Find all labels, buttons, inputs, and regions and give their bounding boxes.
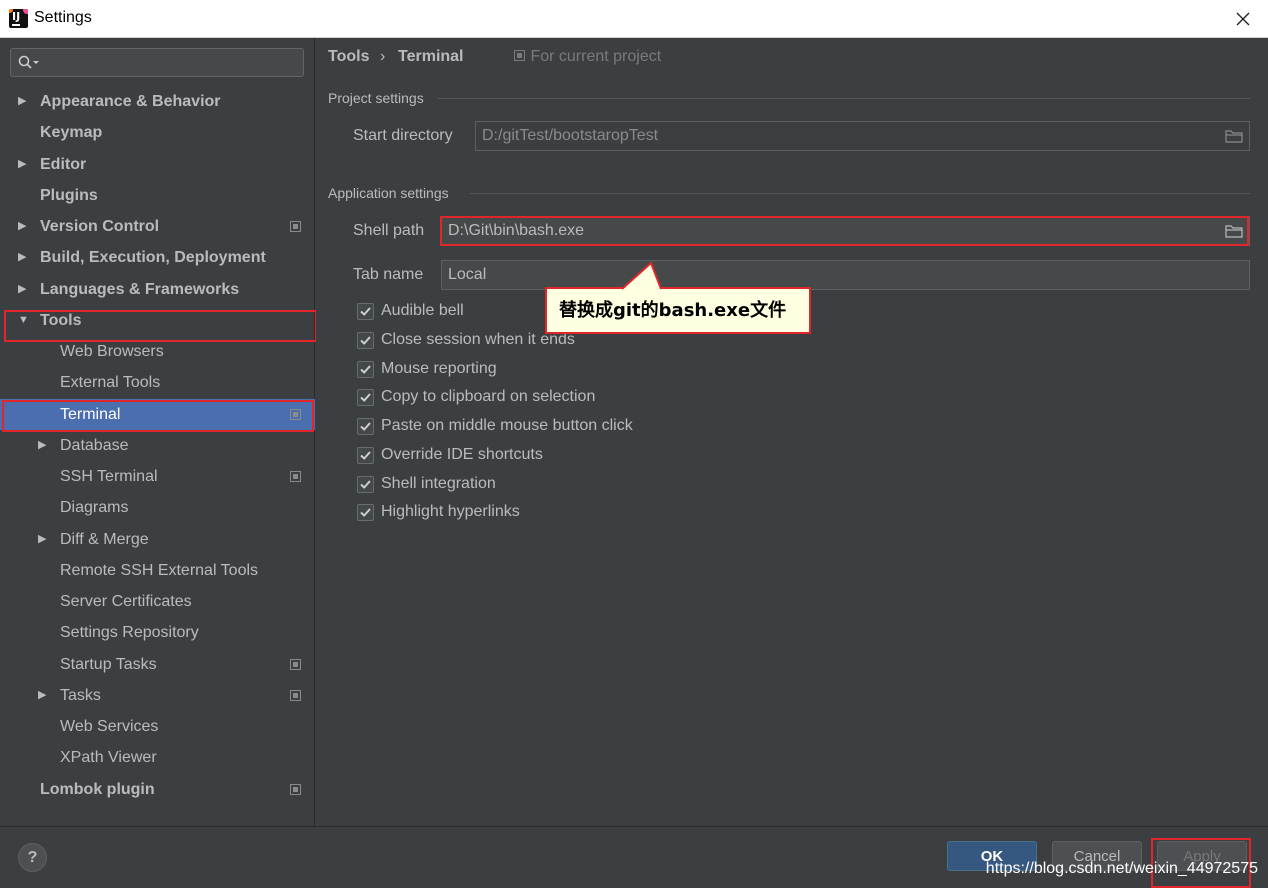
close-button[interactable] — [1228, 4, 1258, 34]
help-button[interactable]: ? — [18, 843, 47, 872]
checkbox-checked-icon[interactable] — [357, 389, 374, 406]
sidebar-item-xpath-viewer[interactable]: XPath Viewer — [0, 742, 315, 773]
sidebar-item-appearance[interactable]: ▶ Appearance & Behavior — [0, 86, 315, 117]
checkbox-checked-icon[interactable] — [357, 504, 374, 521]
tab-name-label: Tab name — [353, 266, 424, 283]
title-bar: IJ Settings — [0, 0, 1268, 38]
sidebar-item-diff-merge[interactable]: ▶ Diff & Merge — [0, 524, 315, 555]
sidebar-item-server-certificates[interactable]: Server Certificates — [0, 586, 315, 617]
tab-name-input[interactable]: Local — [441, 260, 1250, 290]
checkbox-checked-icon[interactable] — [357, 476, 374, 493]
sidebar-item-build[interactable]: ▶ Build, Execution, Deployment — [0, 242, 315, 273]
sidebar-item-version-control[interactable]: ▶ Version Control — [0, 211, 315, 242]
checkbox-checked-icon[interactable] — [357, 361, 374, 378]
checkbox-checked-icon[interactable] — [357, 418, 374, 435]
checkbox-checked-icon[interactable] — [357, 332, 374, 349]
dialog-footer: ? OK Cancel Apply https://blog.csdn.net/… — [0, 826, 1268, 888]
section-divider — [438, 98, 1250, 99]
sidebar-item-editor[interactable]: ▶ Editor — [0, 149, 315, 180]
sidebar-item-web-browsers[interactable]: Web Browsers — [0, 336, 315, 367]
sidebar-item-terminal[interactable]: Terminal — [0, 399, 315, 430]
project-settings-title: Project settings — [328, 90, 424, 106]
shell-path-label: Shell path — [353, 222, 425, 239]
shell-path-input[interactable]: D:\Git\bin\bash.exe — [441, 216, 1250, 246]
settings-content: Tools › Terminal For current project Pro… — [316, 38, 1268, 826]
sidebar-item-remote-ssh[interactable]: Remote SSH External Tools — [0, 555, 315, 586]
start-directory-input[interactable]: D:/gitTest/bootstaropTest — [475, 121, 1250, 151]
sidebar-item-external-tools[interactable]: External Tools — [0, 367, 315, 398]
close-icon — [1236, 12, 1250, 26]
folder-icon[interactable] — [1225, 224, 1243, 238]
settings-sidebar: ▶ Appearance & Behavior Keymap ▶ Editor … — [0, 38, 315, 826]
sidebar-item-tools[interactable]: ▼ Tools — [0, 305, 315, 336]
window-title: Settings — [34, 9, 92, 26]
section-divider — [470, 193, 1250, 194]
expand-arrow-icon[interactable]: ▶ — [18, 149, 26, 180]
expand-arrow-icon[interactable]: ▶ — [18, 86, 26, 117]
project-scope-icon — [514, 50, 525, 61]
sidebar-item-diagrams[interactable]: Diagrams — [0, 492, 315, 523]
start-directory-label: Start directory — [353, 127, 453, 144]
expand-arrow-icon[interactable]: ▶ — [18, 242, 26, 273]
application-settings-title: Application settings — [328, 185, 449, 201]
sidebar-item-tasks[interactable]: ▶ Tasks — [0, 680, 315, 711]
project-scope-icon — [290, 221, 301, 232]
watermark-text: https://blog.csdn.net/weixin_44972575 — [985, 860, 1258, 877]
folder-icon[interactable] — [1225, 129, 1243, 143]
sidebar-item-lombok[interactable]: Lombok plugin — [0, 774, 315, 805]
sidebar-item-startup-tasks[interactable]: Startup Tasks — [0, 649, 315, 680]
sidebar-item-web-services[interactable]: Web Services — [0, 711, 315, 742]
breadcrumb-parent[interactable]: Tools — [328, 48, 369, 66]
sidebar-item-keymap[interactable]: Keymap — [0, 117, 315, 148]
expand-arrow-icon[interactable]: ▶ — [18, 274, 26, 305]
project-scope-icon — [290, 409, 301, 420]
sidebar-item-languages[interactable]: ▶ Languages & Frameworks — [0, 274, 315, 305]
expand-arrow-icon[interactable]: ▶ — [38, 430, 46, 461]
sidebar-item-settings-repository[interactable]: Settings Repository — [0, 617, 315, 648]
collapse-arrow-icon[interactable]: ▼ — [18, 305, 29, 336]
search-icon — [18, 55, 39, 69]
checkbox-checked-icon[interactable] — [357, 303, 374, 320]
expand-arrow-icon[interactable]: ▶ — [18, 211, 26, 242]
annotation-callout: 替换成git的bash.exe文件 — [545, 287, 811, 334]
project-scope-icon — [290, 784, 301, 795]
scope-label: For current project — [514, 48, 661, 66]
sidebar-item-plugins[interactable]: Plugins — [0, 180, 315, 211]
project-scope-icon — [290, 690, 301, 701]
checkbox-checked-icon[interactable] — [357, 447, 374, 464]
intellij-app-icon: IJ — [9, 9, 28, 28]
search-input[interactable] — [10, 48, 304, 77]
expand-arrow-icon[interactable]: ▶ — [38, 680, 46, 711]
sidebar-item-database[interactable]: ▶ Database — [0, 430, 315, 461]
sidebar-item-ssh-terminal[interactable]: SSH Terminal — [0, 461, 315, 492]
project-scope-icon — [290, 471, 301, 482]
breadcrumb-current: Terminal — [398, 48, 464, 65]
expand-arrow-icon[interactable]: ▶ — [38, 524, 46, 555]
project-scope-icon — [290, 659, 301, 670]
breadcrumb-separator: › — [380, 48, 386, 65]
